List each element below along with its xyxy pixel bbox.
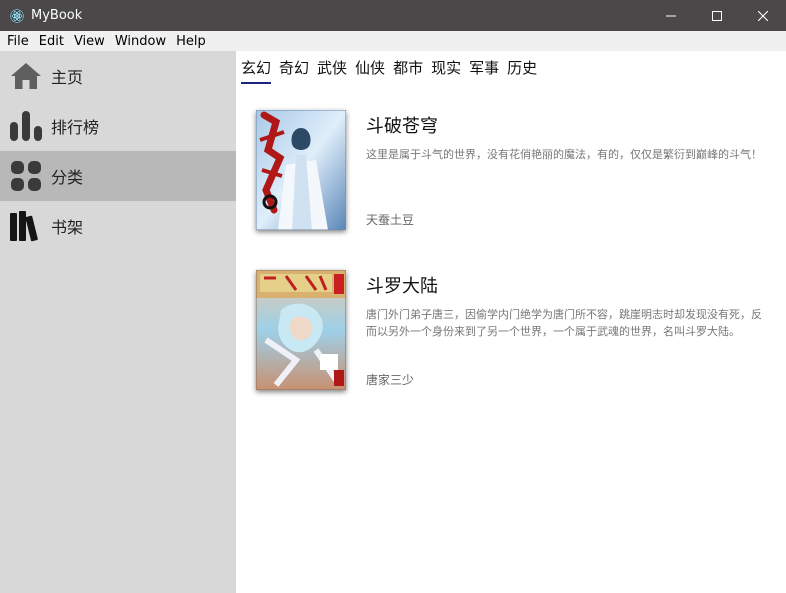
book-title[interactable]: 斗罗大陆 — [366, 272, 438, 298]
bookshelf-icon — [9, 209, 43, 243]
book-author: 唐家三少 — [366, 373, 415, 387]
book-cover[interactable] — [256, 270, 346, 390]
book-description: 这里是属于斗气的世界，没有花俏艳丽的魔法，有的，仅仅是繁衍到巅峰的斗气！ — [366, 148, 762, 161]
category-grid-icon — [9, 159, 43, 193]
tab-xianxia[interactable]: 仙侠 — [355, 58, 385, 84]
minimize-icon — [666, 15, 676, 16]
sidebar-item-label: 排行榜 — [51, 118, 100, 137]
sidebar-item-bookshelf[interactable]: 书架 — [0, 201, 236, 251]
tab-lishi[interactable]: 历史 — [507, 58, 537, 84]
menu-file[interactable]: File — [3, 34, 33, 49]
title-bar[interactable]: MyBook — [0, 0, 786, 31]
menu-window[interactable]: Window — [111, 34, 170, 49]
book-title[interactable]: 斗破苍穹 — [366, 112, 438, 138]
menu-edit[interactable]: Edit — [35, 34, 68, 49]
menu-bar: File Edit View Window Help — [0, 31, 786, 51]
window-title: MyBook — [31, 8, 83, 23]
category-tabs: 玄幻 奇幻 武侠 仙侠 都市 现实 军事 历史 — [241, 58, 545, 84]
sidebar-item-label: 主页 — [51, 68, 84, 87]
tab-xuanhuan[interactable]: 玄幻 — [241, 58, 272, 84]
book-item[interactable]: 斗罗大陆 唐门外门弟子唐三，因偷学内门绝学为唐门所不容，跳崖明志时却发现没有死，… — [256, 270, 776, 392]
minimize-button[interactable] — [648, 0, 694, 31]
menu-view[interactable]: View — [70, 34, 109, 49]
close-icon — [758, 10, 768, 21]
main-content: 玄幻 奇幻 武侠 仙侠 都市 现实 军事 历史 斗破苍穹 这里是属于斗气的世界，… — [236, 51, 786, 593]
book-author: 天蚕土豆 — [366, 213, 415, 227]
tab-wuxia[interactable]: 武侠 — [317, 58, 347, 84]
maximize-icon — [712, 10, 722, 21]
book-item[interactable]: 斗破苍穹 这里是属于斗气的世界，没有花俏艳丽的魔法，有的，仅仅是繁衍到巅峰的斗气… — [256, 110, 776, 232]
tab-qihuan[interactable]: 奇幻 — [279, 58, 309, 84]
book-description: 唐门外门弟子唐三，因偷学内门绝学为唐门所不容，跳崖明志时却发现没有死，反而以另外… — [366, 308, 762, 338]
tab-junshi[interactable]: 军事 — [469, 58, 499, 84]
tab-xianshi[interactable]: 现实 — [431, 58, 461, 84]
book-cover[interactable] — [256, 110, 346, 230]
window-controls — [648, 0, 786, 31]
sidebar: 主页 排行榜 分类 书架 — [0, 51, 236, 593]
menu-help[interactable]: Help — [172, 34, 210, 49]
home-icon — [9, 59, 43, 93]
ranking-bars-icon — [9, 109, 43, 143]
tab-dushi[interactable]: 都市 — [393, 58, 423, 84]
maximize-button[interactable] — [694, 0, 740, 31]
sidebar-item-label: 分类 — [51, 168, 84, 187]
sidebar-item-ranking[interactable]: 排行榜 — [0, 101, 236, 151]
electron-atom-icon — [9, 8, 25, 24]
sidebar-item-category[interactable]: 分类 — [0, 151, 236, 201]
close-button[interactable] — [740, 0, 786, 31]
sidebar-item-home[interactable]: 主页 — [0, 51, 236, 101]
sidebar-item-label: 书架 — [51, 218, 84, 237]
